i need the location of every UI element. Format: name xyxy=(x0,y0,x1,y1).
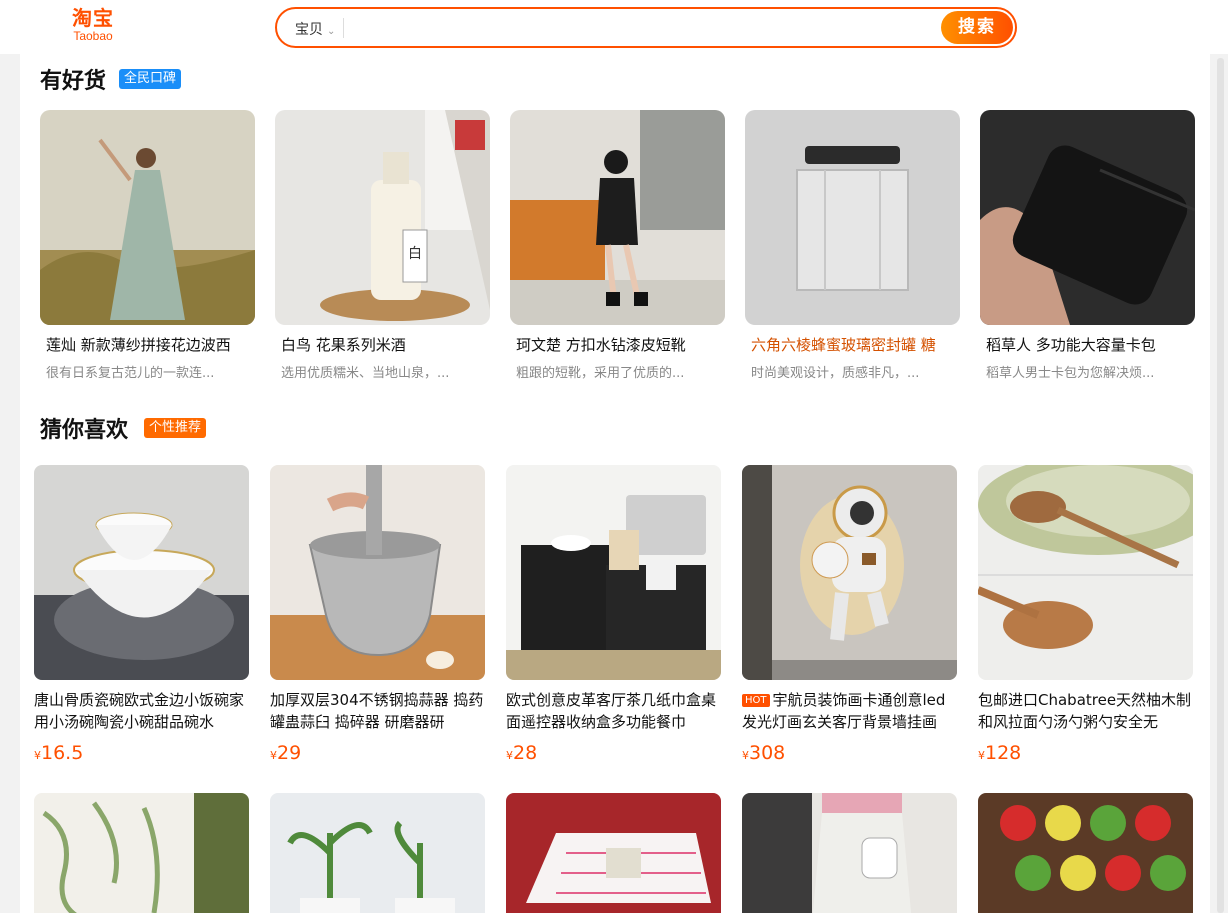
product-image[interactable] xyxy=(745,110,960,325)
recommend-item-image[interactable] xyxy=(978,793,1193,913)
recommend-item[interactable]: 唐山骨质瓷碗欧式金边小饭碗家用小汤碗陶瓷小碗甜品碗水 ¥16.5 xyxy=(34,465,249,764)
recommend-item-image[interactable] xyxy=(742,793,957,913)
product-name: 珂文楚 方扣水钻漆皮短靴 xyxy=(516,336,686,354)
price-value: 28 xyxy=(513,742,538,764)
product-title: 唐山骨质瓷碗欧式金边小饭碗家用小汤碗陶瓷小碗甜品碗水 xyxy=(34,691,245,731)
product-image[interactable] xyxy=(742,465,957,680)
search-input[interactable] xyxy=(353,14,933,41)
chevron-down-icon: ⌄ xyxy=(327,26,336,37)
product-image[interactable] xyxy=(978,465,1193,680)
product-image[interactable] xyxy=(270,465,485,680)
recommend-item-image[interactable] xyxy=(270,793,485,913)
currency-symbol: ¥ xyxy=(742,749,749,762)
product-price: ¥16.5 xyxy=(34,742,249,764)
product-price: ¥28 xyxy=(506,742,721,764)
taobao-logo[interactable]: 淘宝 Taobao xyxy=(66,6,120,42)
product-desc: 选用优质糯米、当地山泉，... xyxy=(281,366,450,381)
product-title: HOT 宇航员装饰画卡通创意led发光灯画玄关客厅背景墙挂画 xyxy=(742,689,957,733)
good-section-badge: 全民口碑 xyxy=(119,69,182,89)
product-image[interactable] xyxy=(506,465,721,680)
good-item[interactable]: 白 白鸟 花果系列米酒 选用优质糯米、当地山泉，... xyxy=(275,110,490,381)
product-image[interactable] xyxy=(34,465,249,680)
product-title: 包邮进口Chabatree天然柚木制和风拉面勺汤勺粥勺安全无 xyxy=(978,691,1192,731)
recommend-item-image[interactable] xyxy=(34,793,249,913)
recommend-item[interactable]: 包邮进口Chabatree天然柚木制和风拉面勺汤勺粥勺安全无 ¥128 xyxy=(978,465,1193,764)
product-desc: 时尚美观设计，质感非凡，... xyxy=(751,366,920,381)
search-button[interactable]: 搜索 xyxy=(941,11,1013,44)
price-value: 308 xyxy=(749,742,786,764)
logo-text-cn: 淘宝 xyxy=(72,6,114,30)
product-title: 欧式创意皮革客厅茶几纸巾盒桌面遥控器收纳盒多功能餐巾 xyxy=(506,691,717,731)
product-desc: 很有日系复古范儿的一款连... xyxy=(46,366,215,381)
recommend-item[interactable]: 欧式创意皮革客厅茶几纸巾盒桌面遥控器收纳盒多功能餐巾 ¥28 xyxy=(506,465,721,764)
price-value: 16.5 xyxy=(41,742,84,764)
scrollbar[interactable] xyxy=(1217,58,1224,913)
recommend-item[interactable]: HOT 宇航员装饰画卡通创意led发光灯画玄关客厅背景墙挂画 ¥308 xyxy=(742,465,957,764)
currency-symbol: ¥ xyxy=(978,749,985,762)
search-scope-label: 宝贝 xyxy=(295,22,323,38)
product-name: 白鸟 花果系列米酒 xyxy=(281,336,406,354)
hot-badge: HOT xyxy=(742,694,770,707)
product-price: ¥29 xyxy=(270,742,485,764)
currency-symbol: ¥ xyxy=(270,749,277,762)
product-image[interactable] xyxy=(980,110,1195,325)
product-name: 稻草人 多功能大容量卡包 xyxy=(986,336,1156,354)
product-desc: 粗跟的短靴，采用了优质的... xyxy=(516,366,685,381)
search-scope-select[interactable]: 宝贝 ⌄ xyxy=(295,19,335,39)
product-image[interactable] xyxy=(40,110,255,325)
search-divider xyxy=(343,18,344,38)
product-title-text: 宇航员装饰画卡通创意led发光灯画玄关客厅背景墙挂画 xyxy=(742,691,946,731)
recommend-section-badge: 个性推荐 xyxy=(144,418,207,438)
product-price: ¥308 xyxy=(742,742,957,764)
product-image[interactable]: 白 xyxy=(275,110,490,325)
product-desc: 稻草人男士卡包为您解决烦... xyxy=(986,366,1155,381)
search-bar: 宝贝 ⌄ 搜索 xyxy=(275,7,1017,48)
product-image[interactable] xyxy=(510,110,725,325)
recommend-item-image[interactable] xyxy=(506,793,721,913)
price-value: 128 xyxy=(985,742,1022,764)
good-item[interactable]: 六角六棱蜂蜜玻璃密封罐 糖 时尚美观设计，质感非凡，... xyxy=(745,110,960,381)
logo-text-en: Taobao xyxy=(73,29,113,43)
top-header: 淘宝 Taobao 宝贝 ⌄ 搜索 xyxy=(0,0,1228,54)
price-value: 29 xyxy=(277,742,302,764)
product-price: ¥128 xyxy=(978,742,1193,764)
good-section-title: 有好货 xyxy=(40,68,107,94)
currency-symbol: ¥ xyxy=(34,749,41,762)
good-item[interactable]: 莲灿 新款薄纱拼接花边波西 很有日系复古范儿的一款连... xyxy=(40,110,255,381)
recommend-section-title: 猜你喜欢 xyxy=(40,417,129,443)
product-name: 六角六棱蜂蜜玻璃密封罐 糖 xyxy=(751,336,936,354)
svg-text:白: 白 xyxy=(408,246,422,262)
product-title: 加厚双层304不锈钢捣蒜器 捣药罐蛊蒜臼 捣碎器 研磨器研 xyxy=(270,691,484,731)
good-item[interactable]: 珂文楚 方扣水钻漆皮短靴 粗跟的短靴，采用了优质的... xyxy=(510,110,725,381)
recommend-item[interactable]: 加厚双层304不锈钢捣蒜器 捣药罐蛊蒜臼 捣碎器 研磨器研 ¥29 xyxy=(270,465,485,764)
currency-symbol: ¥ xyxy=(506,749,513,762)
good-item[interactable]: 稻草人 多功能大容量卡包 稻草人男士卡包为您解决烦... xyxy=(980,110,1195,381)
product-name: 莲灿 新款薄纱拼接花边波西 xyxy=(46,336,231,354)
